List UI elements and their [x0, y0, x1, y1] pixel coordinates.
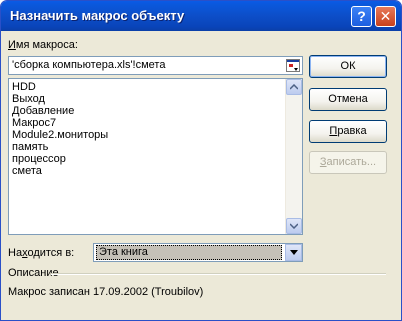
close-button[interactable]: ✕: [375, 6, 396, 27]
macro-name-value: 'сборка компьютера.xls'!смета: [12, 59, 166, 71]
chevron-up-icon: [290, 84, 298, 90]
list-item[interactable]: процессор: [12, 153, 108, 165]
list-item[interactable]: Выход: [12, 93, 108, 105]
ok-button[interactable]: ОК: [309, 55, 387, 78]
edit-button[interactable]: Правка: [309, 120, 387, 143]
scroll-up-button[interactable]: [286, 79, 302, 95]
help-button[interactable]: ?: [351, 6, 372, 27]
chevron-down-icon: [290, 223, 298, 229]
list-item[interactable]: память: [12, 141, 108, 153]
macro-list[interactable]: HDD Выход Добавление Макрос7 Module2.мон…: [8, 78, 303, 235]
location-label: Находится в:: [8, 247, 75, 259]
description-divider: [51, 273, 386, 275]
dialog-title: Назначить макрос объекту: [10, 8, 185, 23]
list-item[interactable]: Добавление: [12, 105, 108, 117]
cancel-button[interactable]: Отмена: [309, 88, 387, 111]
record-button[interactable]: Записать...: [309, 151, 387, 174]
chevron-down-icon: [290, 250, 298, 255]
macro-list-items: HDD Выход Добавление Макрос7 Module2.мон…: [12, 81, 108, 177]
location-value: Эта книга: [96, 245, 282, 260]
assign-macro-dialog: Назначить макрос объекту ? ✕ Имя макроса…: [0, 0, 402, 321]
list-scrollbar[interactable]: [285, 79, 302, 234]
title-bar[interactable]: Назначить макрос объекту ? ✕: [1, 1, 401, 31]
macro-name-label: Имя макроса:: [8, 39, 78, 51]
scroll-down-button[interactable]: [286, 218, 302, 234]
macro-name-field[interactable]: 'сборка компьютера.xls'!смета: [8, 56, 303, 75]
list-item[interactable]: смета: [12, 165, 108, 177]
help-icon: ?: [357, 8, 366, 24]
location-select[interactable]: Эта книга: [93, 243, 303, 262]
list-item[interactable]: HDD: [12, 81, 108, 93]
list-item[interactable]: Module2.мониторы: [12, 129, 108, 141]
list-item[interactable]: Макрос7: [12, 117, 108, 129]
close-icon: ✕: [379, 8, 392, 24]
description-text: Макрос записан 17.09.2002 (Troubilov): [8, 286, 204, 298]
location-dropdown-button[interactable]: [285, 244, 302, 261]
collapse-dialog-icon[interactable]: [286, 59, 300, 72]
